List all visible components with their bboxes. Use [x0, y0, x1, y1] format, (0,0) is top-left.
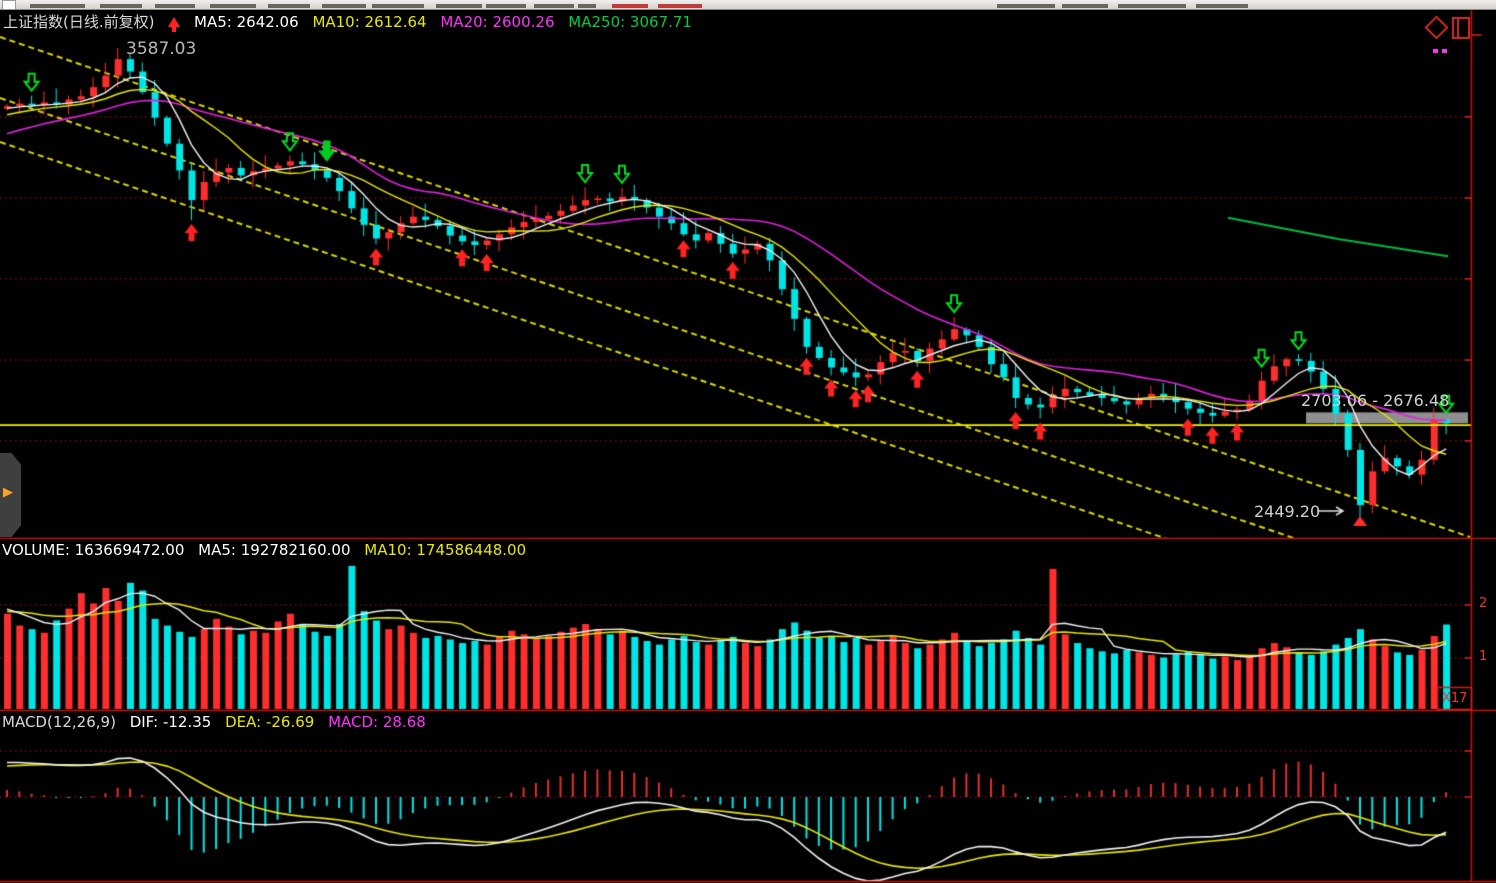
macd-value-label: MACD: 28.68 — [328, 713, 426, 731]
menu-item-stub[interactable] — [997, 4, 1055, 8]
menu-item-stub[interactable] — [268, 4, 310, 8]
menu-item-stub[interactable] — [1062, 4, 1108, 8]
macd-name-label: MACD(12,26,9) — [2, 713, 116, 731]
menu-item-stub-highlight[interactable] — [612, 4, 648, 8]
ma250-label: MA250: 3067.71 — [568, 13, 692, 31]
menu-item-stub[interactable] — [578, 4, 596, 8]
volume-ma5-label: MA5: 192782160.00 — [198, 541, 350, 559]
peak-price-label: 3587.03 — [126, 39, 196, 59]
up-arrow-icon — [168, 17, 180, 27]
main-chart-header: 上证指数(日线.前复权) MA5: 2642.06 MA10: 2612.64 … — [3, 11, 701, 32]
ma20-label: MA20: 2600.26 — [440, 13, 554, 31]
menu-bar[interactable] — [0, 0, 1496, 10]
volume-axis-tick-upper: 2 — [1479, 596, 1487, 611]
magenta-dots-marker — [1433, 38, 1451, 57]
volume-ma10-label: MA10: 174586448.00 — [364, 541, 526, 559]
menu-item-stub-highlight[interactable] — [658, 4, 702, 8]
dif-label: DIF: -12.35 — [130, 713, 212, 731]
left-panel-toggle-handle[interactable]: ▶ — [0, 453, 21, 537]
stock-app-window: 上证指数(日线.前复权) MA5: 2642.06 MA10: 2612.64 … — [0, 0, 1496, 883]
price-volume-macd-canvas[interactable] — [0, 0, 1496, 883]
macd-header: MACD(12,26,9) DIF: -12.35 DEA: -26.69 MA… — [2, 713, 435, 731]
low-price-label: 2449.20 — [1254, 502, 1320, 521]
menu-item-stub[interactable] — [322, 4, 366, 8]
ma5-label: MA5: 2642.06 — [194, 13, 299, 31]
menu-item-stub[interactable] — [486, 4, 526, 8]
range-box-label: 2703.06 - 2676.48 — [1301, 391, 1449, 410]
menu-item-stub[interactable] — [155, 4, 195, 8]
menu-item-stub[interactable] — [436, 4, 482, 8]
volume-value-label: VOLUME: 163669472.00 — [2, 541, 184, 559]
menu-item-stub[interactable] — [534, 4, 574, 8]
volume-axis-tick-lower: 1 — [1479, 649, 1487, 664]
menu-item-stub[interactable] — [1118, 4, 1186, 8]
dea-label: DEA: -26.69 — [225, 713, 314, 731]
split-window-icon[interactable] — [1452, 17, 1470, 39]
expand-arrow-icon: ▶ — [3, 485, 13, 500]
ma10-label: MA10: 2612.64 — [312, 13, 426, 31]
menu-item-stub[interactable] — [30, 4, 85, 8]
menu-item-stub[interactable] — [372, 4, 424, 8]
symbol-title: 上证指数(日线.前复权) — [3, 13, 154, 31]
menu-item-stub[interactable] — [1196, 4, 1248, 8]
volume-header: VOLUME: 163669472.00 MA5: 192782160.00 M… — [2, 541, 535, 559]
window-system-icon[interactable] — [2, 0, 16, 10]
menu-item-stub[interactable] — [210, 4, 256, 8]
menu-item-stub[interactable] — [100, 4, 142, 8]
volume-scale-label: X17 — [1442, 691, 1467, 706]
